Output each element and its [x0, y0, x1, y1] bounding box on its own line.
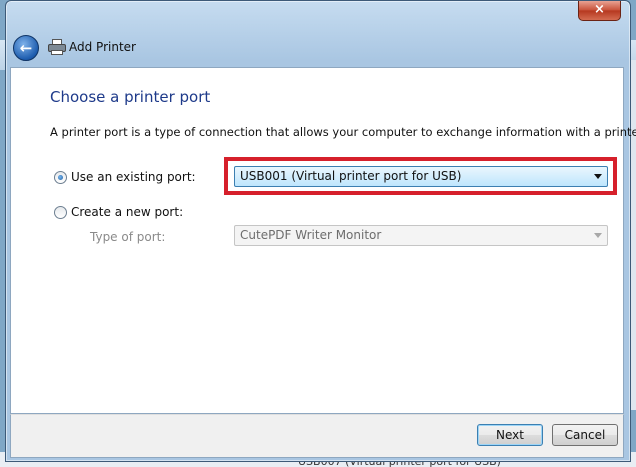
close-button[interactable]: × [578, 1, 621, 21]
existing-port-value: USB001 (Virtual printer port for USB) [240, 169, 462, 183]
chevron-down-icon [594, 174, 602, 179]
new-port-label[interactable]: Create a new port: [71, 205, 183, 219]
wizard-footer: Next Cancel [10, 414, 624, 458]
chevron-down-icon [594, 233, 602, 238]
port-type-value: CutePDF Writer Monitor [240, 228, 382, 242]
add-printer-window: × ← Add Printer Choose a printer port A … [5, 0, 636, 462]
back-button[interactable]: ← [13, 35, 39, 61]
next-button[interactable]: Next [477, 424, 543, 446]
window-title: Add Printer [69, 40, 136, 54]
cancel-button[interactable]: Cancel [552, 424, 618, 446]
title-bar: ← Add Printer [6, 31, 632, 65]
printer-icon [48, 39, 66, 55]
port-type-select[interactable]: CutePDF Writer Monitor [234, 225, 608, 246]
port-type-label: Type of port: [90, 230, 166, 244]
wizard-content: Choose a printer port A printer port is … [10, 67, 636, 414]
existing-port-radio[interactable] [54, 171, 67, 184]
existing-port-select[interactable]: USB001 (Virtual printer port for USB) [234, 166, 608, 187]
page-title: Choose a printer port [50, 88, 211, 106]
page-description: A printer port is a type of connection t… [50, 125, 636, 139]
new-port-radio[interactable] [54, 206, 67, 219]
existing-port-label[interactable]: Use an existing port: [71, 170, 196, 184]
